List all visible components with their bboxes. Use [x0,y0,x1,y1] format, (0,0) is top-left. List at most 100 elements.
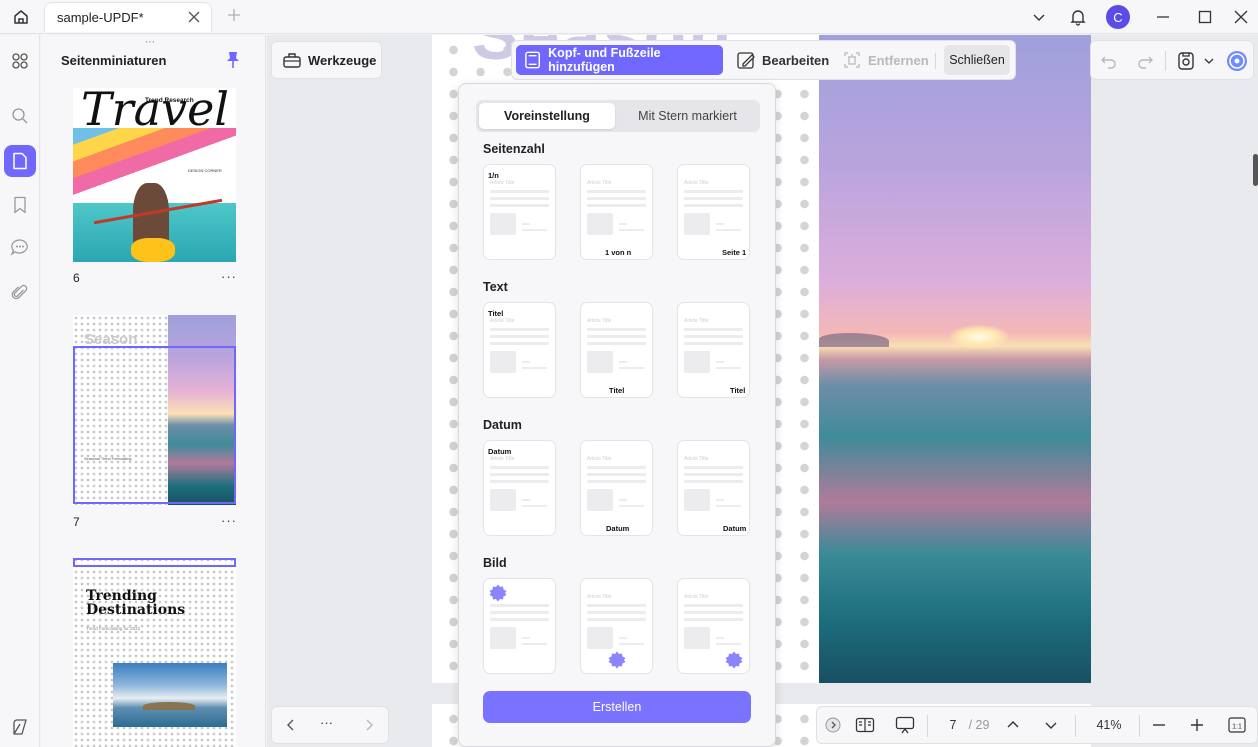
previous-page-icon[interactable] [284,718,298,732]
section-title-image: Bild [483,556,507,570]
thumbnail-heading-line-2: Destinations [86,602,186,618]
user-avatar[interactable]: C [1105,4,1131,30]
comment-icon[interactable] [4,231,36,263]
panel-drag-handle[interactable]: ⋯ [145,37,156,48]
ocean-sunset-photo [819,35,1091,683]
close-icon[interactable] [187,10,201,24]
total-pages: / 29 [968,718,990,732]
preset-card-date-bottom-center[interactable]: Article Title Datum [580,440,653,536]
thumbnail-page-number: 6 [73,271,80,285]
thumbnail-page-number: 7 [73,515,80,529]
collapse-bar-icon[interactable] [823,707,843,743]
preset-card-image-bottom-right[interactable]: Article Title [677,578,750,674]
toolbar-divider [1165,51,1166,71]
preset-card-text-bottom-right[interactable]: Article Title Titel [677,302,750,398]
section-title-date: Datum [483,418,522,432]
ai-assistant-icon[interactable] [1225,49,1249,73]
chevron-down-icon[interactable] [1204,56,1214,66]
zoom-level[interactable]: 41% [1085,707,1133,743]
preset-card-date-bottom-right[interactable]: Article Title Datum [677,440,750,536]
preset-label: Titel [730,386,746,395]
preset-card-page-number-top-left[interactable]: 1/n Article Title [483,164,556,260]
placeholder-title: Article Title [490,180,515,186]
more-options-button[interactable]: ··· [320,715,333,730]
save-icon[interactable] [1177,51,1195,71]
chevron-down-icon[interactable] [1026,4,1052,30]
zoom-in-icon[interactable] [1185,707,1209,743]
bell-icon[interactable] [1065,4,1091,30]
remove-icon [844,52,860,68]
layers-icon[interactable] [4,711,36,743]
remove-button[interactable]: Entfernen [842,45,929,75]
search-icon[interactable] [4,100,36,132]
minimize-icon[interactable] [1150,4,1176,30]
plus-icon[interactable] [226,7,242,23]
zoom-out-icon[interactable] [1147,707,1171,743]
undo-icon[interactable] [1101,53,1117,69]
page-thumbnails-icon[interactable] [4,145,36,177]
placeholder-title: Article Title [587,180,612,186]
tab-preset[interactable]: Voreinstellung [479,103,615,129]
page-layout-icon[interactable] [851,707,879,743]
toolbar-divider [935,53,936,69]
redo-icon[interactable] [1137,53,1153,69]
thumbnail-panel: ⋯ Seitenminiaturen Travel Trend Research… [41,35,266,747]
bookmark-icon[interactable] [4,189,36,221]
apps-icon[interactable] [4,45,36,77]
thumbnail-panel-title: Seitenminiaturen [61,53,167,68]
preset-label: Seite 1 [722,248,747,257]
page-down-icon[interactable] [1039,707,1063,743]
pin-icon[interactable] [225,51,241,69]
document-tab[interactable]: sample-UPDF* [44,2,212,32]
thumbnail-caption: DESIGN CORNER [188,168,222,173]
placeholder-title: Article Title [587,456,612,462]
preset-tab-switch: Voreinstellung Mit Stern markiert [476,100,760,132]
create-button[interactable]: Erstellen [483,691,751,723]
thumbnail-more-button[interactable]: ··· [221,269,237,284]
thumbnail-page-8[interactable]: Trending Destinations Trend Forecasting … [73,557,236,747]
next-page-icon[interactable] [362,718,376,732]
preset-card-date-top-left[interactable]: Datum Article Title [483,440,556,536]
preset-card-text-bottom-center[interactable]: Article Title Titel [580,302,653,398]
preset-card-text-top-left[interactable]: Titel Article Title [483,302,556,398]
preset-label: Datum [606,524,630,533]
presentation-icon[interactable] [891,707,919,743]
tools-button[interactable]: Werkzeuge [271,41,382,79]
edit-icon [737,52,755,69]
right-toolbar [1090,40,1254,80]
tools-button-label: Werkzeuge [308,52,377,68]
tab-starred[interactable]: Mit Stern markiert [618,103,757,129]
placeholder-title: Article Title [490,456,515,462]
thumbnail-page-7[interactable]: Season Seasonal Trend Forecasting [73,315,236,505]
vertical-scrollbar[interactable] [1253,154,1258,186]
placeholder-title: Article Title [490,318,515,324]
placeholder-title: Article Title [684,594,709,600]
title-bar: sample-UPDF* C [0,0,1258,34]
left-rail [0,35,40,747]
remove-button-label: Entfernen [868,52,929,68]
attachment-icon[interactable] [4,277,36,309]
preset-card-page-number-bottom-center[interactable]: Article Title 1 von n [580,164,653,260]
thumbnail-page-6[interactable]: Travel Trend Research DESIGN CORNER [73,88,236,262]
home-icon[interactable] [8,4,34,30]
add-header-footer-button[interactable]: Kopf- und Fußzeile hinzufügen [516,45,723,75]
preset-card-image-bottom-center[interactable]: Article Title [580,578,653,674]
placeholder-title: Article Title [587,318,612,324]
actual-size-icon[interactable]: 1:1 [1225,707,1249,743]
close-window-icon[interactable] [1228,4,1254,30]
preset-card-page-number-bottom-right[interactable]: Article Title Seite 1 [677,164,750,260]
document-tab-title: sample-UPDF* [57,10,144,25]
current-page-input[interactable]: 7 [941,707,965,743]
add-header-footer-label: Kopf- und Fußzeile hinzufügen [548,46,661,74]
preset-label: Titel [488,309,504,318]
page-up-icon[interactable] [1001,707,1025,743]
preset-card-image-top-left[interactable] [483,578,556,674]
document-canvas: Werkzeuge Season Kopf- und Fußzeile hinz… [267,35,1258,747]
thumbnail-more-button[interactable]: ··· [221,513,237,528]
edit-button[interactable]: Bearbeiten [736,45,829,75]
sun-glow [949,325,1009,349]
placeholder-title: Article Title [684,456,709,462]
image-badge-icon [725,651,743,669]
maximize-icon[interactable] [1192,4,1218,30]
close-button[interactable]: Schließen [944,45,1010,75]
